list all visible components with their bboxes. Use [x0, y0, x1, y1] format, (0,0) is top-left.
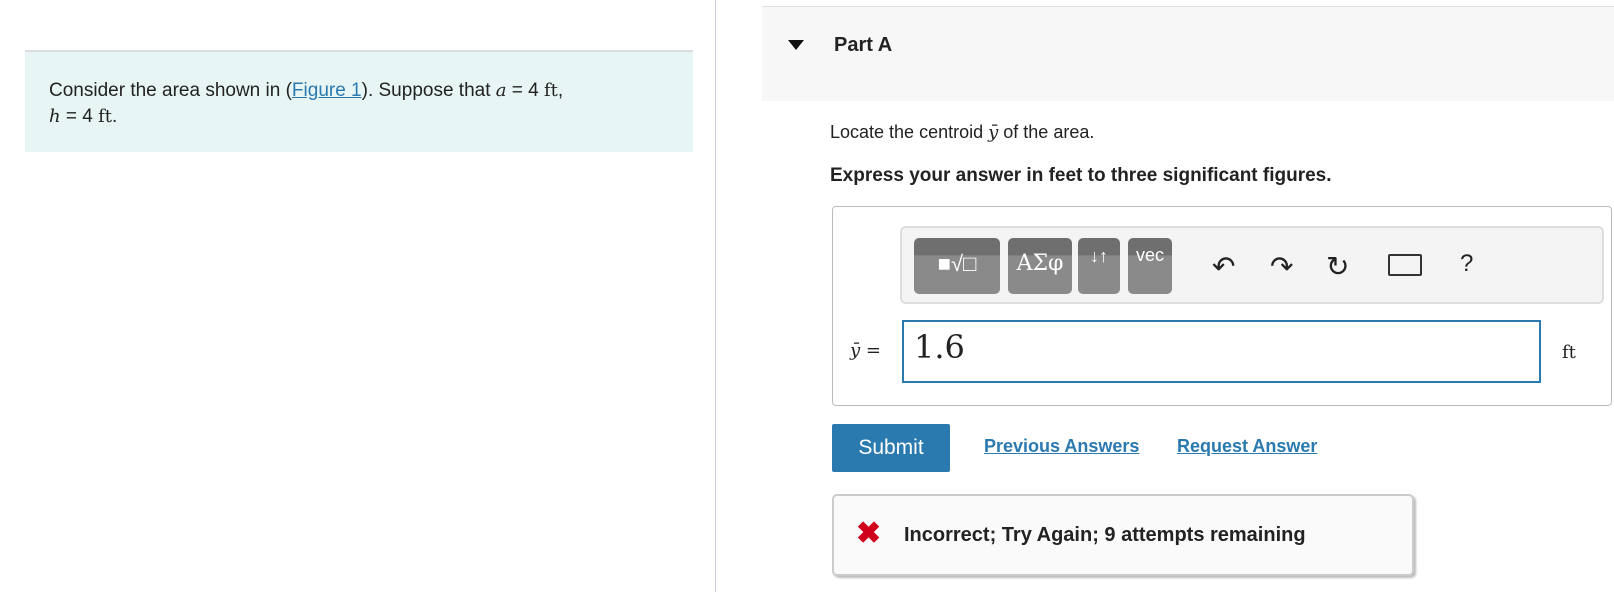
a-value: = 4	[506, 80, 545, 101]
instruction: Express your answer in feet to three sig…	[830, 165, 1332, 186]
arrows-button[interactable]: ↓↑	[1078, 238, 1120, 294]
incorrect-x-icon: ✖	[856, 517, 882, 550]
keyboard-icon[interactable]	[1388, 254, 1422, 276]
templates-button[interactable]: ■√□	[914, 238, 1000, 294]
text: Locate the centroid	[830, 122, 989, 142]
vec-button[interactable]: vec	[1128, 238, 1172, 294]
redo-icon[interactable]: ↷	[1270, 250, 1293, 283]
var-ybar: ȳ	[988, 122, 999, 143]
previous-answers-link[interactable]: Previous Answers	[984, 436, 1139, 457]
var-h: h	[49, 106, 61, 127]
feedback-text: Incorrect; Try Again; 9 attempts remaini…	[904, 524, 1306, 546]
greek-button[interactable]: ΑΣφ	[1008, 238, 1072, 294]
answer-input[interactable]: 1.6	[902, 320, 1541, 383]
question: Locate the centroid ȳ of the area.	[830, 122, 1094, 143]
reset-icon[interactable]: ↻	[1326, 250, 1349, 283]
undo-icon[interactable]: ↶	[1212, 250, 1235, 283]
math-toolbar: ■√□ ΑΣφ ↓↑ vec ↶ ↷ ↻ ?	[900, 226, 1604, 304]
var-a: a	[495, 80, 507, 101]
unit: ft	[544, 80, 558, 101]
h-value: = 4	[60, 106, 99, 127]
unit: ft	[98, 106, 112, 127]
answer-label: ȳ =	[850, 340, 881, 361]
text: Consider the area shown in (	[49, 80, 292, 101]
submit-button[interactable]: Submit	[832, 424, 950, 472]
feedback-box: ✖ Incorrect; Try Again; 9 attempts remai…	[832, 494, 1414, 576]
text: of the area.	[998, 122, 1095, 142]
answer-unit: ft	[1562, 342, 1576, 363]
collapse-triangle-icon[interactable]	[788, 40, 804, 50]
text: .	[112, 106, 118, 127]
text: ). Suppose that	[361, 80, 496, 101]
text: ,	[557, 80, 564, 101]
help-button[interactable]: ?	[1460, 250, 1473, 278]
divider	[715, 0, 716, 592]
part-title: Part A	[834, 34, 893, 56]
request-answer-link[interactable]: Request Answer	[1177, 436, 1317, 457]
figure-link[interactable]: Figure 1	[292, 80, 362, 101]
problem-statement: Consider the area shown in (Figure 1). S…	[25, 50, 693, 152]
